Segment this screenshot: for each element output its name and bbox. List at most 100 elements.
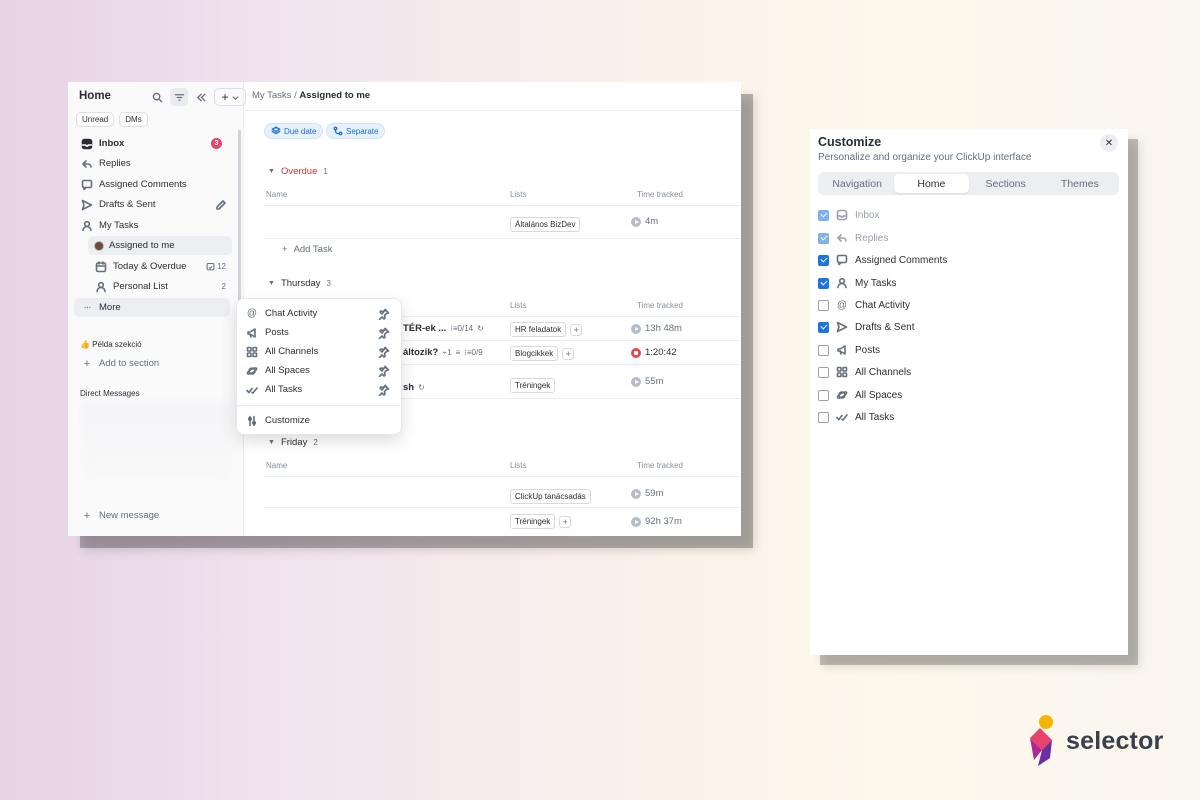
pin-icon[interactable]	[377, 345, 391, 359]
task-name[interactable]: áltozik? ⌁1 ≡ ⁝≡0/9	[403, 347, 483, 358]
pin-icon[interactable]	[377, 383, 391, 397]
play-icon[interactable]	[631, 323, 641, 334]
new-message-button[interactable]: + New message	[74, 506, 232, 525]
option-chat-activity[interactable]: @ Chat Activity	[818, 297, 910, 313]
group-overdue[interactable]: ▼ Overdue 1	[268, 166, 328, 177]
option-assigned-comments[interactable]: Assigned Comments	[818, 252, 947, 268]
option-all-channels[interactable]: All Channels	[818, 364, 911, 380]
column-name[interactable]: Name	[266, 461, 287, 470]
add-list-button[interactable]: +	[562, 347, 575, 360]
menu-item-all-tasks[interactable]: All Tasks	[245, 380, 395, 399]
sidebar-item-personal-list[interactable]: Personal List 2	[88, 277, 232, 296]
sidebar-item-assigned-comments[interactable]: Assigned Comments	[74, 175, 232, 194]
play-icon[interactable]	[631, 488, 641, 499]
option-all-spaces[interactable]: All Spaces	[818, 387, 902, 403]
sidebar-item-my-tasks[interactable]: My Tasks	[74, 216, 232, 235]
tab-themes[interactable]: Themes	[1043, 174, 1117, 193]
checkbox[interactable]	[818, 277, 829, 289]
list-tag[interactable]: Tréningek	[510, 514, 556, 529]
checkbox[interactable]	[818, 389, 829, 401]
add-list-button[interactable]: +	[570, 323, 583, 336]
column-lists[interactable]: Lists	[510, 461, 526, 470]
table-row[interactable]: HR feladatok +	[510, 322, 583, 337]
play-icon[interactable]	[631, 216, 641, 227]
add-to-section-button[interactable]: + Add to section	[74, 354, 232, 373]
list-tag[interactable]: ClickUp tanácsadás	[510, 489, 591, 504]
list-tag[interactable]: Blogcikkek	[510, 346, 559, 361]
sidebar-item-more[interactable]: ··· More	[74, 298, 230, 317]
task-name[interactable]: sh ↻	[403, 382, 425, 393]
task-name[interactable]: TÉR-ek ... ⁝≡0/14 ↻	[403, 323, 484, 334]
menu-item-customize[interactable]: Customize	[245, 411, 395, 430]
time-cell[interactable]: 92h 37m	[631, 516, 682, 527]
pin-icon[interactable]	[377, 307, 391, 321]
option-all-tasks[interactable]: All Tasks	[818, 409, 894, 425]
pill-dms[interactable]: DMs	[119, 112, 148, 127]
column-lists[interactable]: Lists	[510, 301, 526, 310]
sidebar-item-inbox[interactable]: Inbox 3	[74, 134, 232, 153]
checkbox[interactable]	[818, 411, 829, 423]
column-lists[interactable]: Lists	[510, 190, 526, 199]
tab-home[interactable]: Home	[894, 174, 969, 193]
column-time-tracked[interactable]: Time tracked	[637, 461, 683, 470]
sidebar-item-today-overdue[interactable]: Today & Overdue 12	[88, 257, 232, 276]
pin-icon[interactable]	[377, 364, 391, 378]
play-icon[interactable]	[631, 516, 641, 527]
checkbox[interactable]	[818, 321, 829, 333]
column-time-tracked[interactable]: Time tracked	[637, 190, 683, 199]
table-row[interactable]: Általános BizDev	[510, 214, 581, 232]
time-cell[interactable]: 55m	[631, 376, 663, 387]
time-cell[interactable]: 59m	[631, 488, 663, 499]
checkbox[interactable]	[818, 232, 829, 244]
pencil-icon[interactable]	[214, 198, 228, 212]
table-row[interactable]: Blogcikkek +	[510, 346, 575, 361]
menu-item-all-spaces[interactable]: All Spaces	[245, 361, 395, 380]
column-time-tracked[interactable]: Time tracked	[637, 301, 683, 310]
option-drafts-sent[interactable]: Drafts & Sent	[818, 319, 914, 335]
menu-item-chat-activity[interactable]: @ Chat Activity	[245, 304, 395, 323]
option-replies[interactable]: Replies	[818, 230, 888, 246]
checkbox[interactable]	[818, 344, 829, 356]
menu-item-posts[interactable]: Posts	[245, 323, 395, 342]
add-task-button[interactable]: + Add Task	[282, 244, 332, 255]
table-row[interactable]: Tréningek	[510, 375, 556, 393]
list-tag[interactable]: Tréningek	[510, 378, 556, 393]
pill-unread[interactable]: Unread	[76, 112, 115, 127]
time-cell[interactable]: 1:20:42	[631, 347, 677, 358]
search-icon[interactable]	[148, 88, 166, 106]
stop-timer-icon[interactable]	[631, 347, 641, 358]
table-row[interactable]: ClickUp tanácsadás	[510, 486, 591, 504]
selector-logo: selector	[1026, 714, 1164, 768]
checkbox[interactable]	[818, 299, 829, 311]
filter-icon[interactable]	[170, 88, 188, 106]
due-date-chip[interactable]: Due date	[264, 123, 324, 139]
close-icon[interactable]: ✕	[1100, 134, 1118, 152]
create-button[interactable]: +	[214, 88, 246, 106]
menu-item-all-channels[interactable]: All Channels	[245, 342, 395, 361]
time-cell[interactable]: 13h 48m	[631, 323, 682, 334]
sidebar-item-drafts-sent[interactable]: Drafts & Sent	[74, 195, 232, 214]
option-my-tasks[interactable]: My Tasks	[818, 275, 897, 291]
checkbox[interactable]	[818, 209, 829, 221]
sidebar-item-replies[interactable]: Replies	[74, 154, 232, 173]
play-icon[interactable]	[631, 376, 641, 387]
option-posts[interactable]: Posts	[818, 342, 880, 358]
tab-sections[interactable]: Sections	[969, 174, 1043, 193]
add-list-button[interactable]: +	[559, 515, 572, 528]
collapse-icon[interactable]	[192, 88, 210, 106]
list-tag[interactable]: HR feladatok	[510, 322, 567, 337]
pin-icon[interactable]	[377, 326, 391, 340]
group-friday[interactable]: ▼ Friday 2	[268, 437, 318, 448]
group-thursday[interactable]: ▼ Thursday 3	[268, 278, 331, 289]
tab-navigation[interactable]: Navigation	[820, 174, 894, 193]
table-row[interactable]: Tréningek +	[510, 514, 572, 529]
list-tag[interactable]: Általános BizDev	[510, 217, 581, 232]
column-name[interactable]: Name	[266, 190, 287, 199]
breadcrumb-parent[interactable]: My Tasks	[252, 90, 291, 101]
sidebar-item-assigned-to-me[interactable]: Assigned to me	[88, 236, 232, 255]
time-cell[interactable]: 4m	[631, 216, 658, 227]
checkbox[interactable]	[818, 254, 829, 266]
separate-chip[interactable]: Separate	[326, 123, 386, 139]
checkbox[interactable]	[818, 366, 829, 378]
option-inbox[interactable]: Inbox	[818, 207, 879, 223]
